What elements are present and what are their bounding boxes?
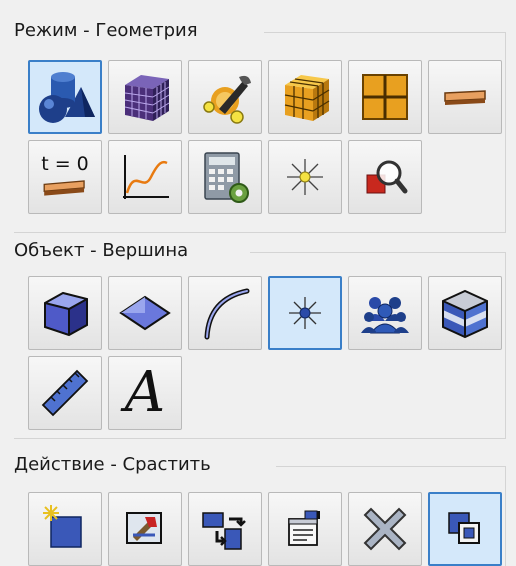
transform-icon <box>202 512 246 550</box>
time-zero-label: t = 0 <box>41 153 89 175</box>
properties-button[interactable] <box>268 492 342 566</box>
edge-button[interactable] <box>188 276 262 350</box>
cube-section-button[interactable] <box>428 276 502 350</box>
geometry-icon <box>39 72 95 123</box>
object-group: Объект - Вершина A <box>14 232 506 438</box>
group-button[interactable] <box>348 276 422 350</box>
group-icon <box>361 297 409 334</box>
edge-icon <box>204 288 250 340</box>
delete-button[interactable] <box>348 492 422 566</box>
edit-icon <box>126 512 162 544</box>
ruler-icon <box>41 369 89 417</box>
plot-curve-button[interactable] <box>108 140 182 214</box>
properties-icon <box>288 510 320 546</box>
time-zero-button[interactable]: t = 0 <box>28 140 102 214</box>
create-button[interactable] <box>28 492 102 566</box>
object-group-top-rule <box>14 232 506 233</box>
object-group-right-rule <box>505 252 506 438</box>
plot-curve-icon <box>123 155 169 199</box>
face-icon <box>119 295 171 331</box>
mode-group: Режим - Геометрия t = 0 <box>14 0 506 232</box>
action-group-rule <box>276 466 506 467</box>
volume-button[interactable] <box>28 276 102 350</box>
inspect-button[interactable] <box>348 140 422 214</box>
light-button[interactable] <box>268 140 342 214</box>
transform-button[interactable] <box>188 492 262 566</box>
text-icon: A <box>124 360 166 425</box>
block-mesh-icon <box>284 75 330 121</box>
vertex-button[interactable] <box>268 276 342 350</box>
block-mesh-button[interactable] <box>268 60 342 134</box>
object-group-rule <box>250 252 506 253</box>
mesh-button[interactable] <box>108 60 182 134</box>
action-group-top-rule <box>14 438 506 439</box>
text-button[interactable]: A <box>108 356 182 430</box>
face-button[interactable] <box>108 276 182 350</box>
time-zero-icon: t = 0 <box>38 154 92 200</box>
strip-icon <box>444 90 486 105</box>
create-icon <box>43 505 82 548</box>
cube-section-icon <box>442 289 488 339</box>
action-group-right-rule <box>505 466 506 566</box>
merge-button[interactable] <box>428 492 502 566</box>
calculator-button[interactable] <box>188 140 262 214</box>
mesh-icon <box>124 75 170 121</box>
mode-group-rule <box>264 32 506 33</box>
action-group-title: Действие - Срастить <box>14 454 221 476</box>
geometry-button[interactable] <box>28 60 102 134</box>
grid-button[interactable] <box>348 60 422 134</box>
mode-group-title: Режим - Геометрия <box>14 20 208 42</box>
tools-icon <box>203 75 251 124</box>
action-group: Действие - Срастить <box>14 438 506 566</box>
edit-button[interactable] <box>108 492 182 566</box>
tools-button[interactable] <box>188 60 262 134</box>
merge-icon <box>448 512 480 544</box>
volume-icon <box>44 291 88 337</box>
grid-icon <box>362 74 408 120</box>
ruler-button[interactable] <box>28 356 102 430</box>
time-zero-strip <box>43 180 85 196</box>
vertex-icon <box>289 297 321 329</box>
inspect-icon <box>366 160 408 194</box>
calculator-icon <box>204 152 249 203</box>
object-group-title: Объект - Вершина <box>14 240 199 262</box>
delete-icon <box>363 507 407 551</box>
mode-group-right-rule <box>505 32 506 232</box>
strip-button[interactable] <box>428 60 502 134</box>
light-icon <box>287 159 323 195</box>
